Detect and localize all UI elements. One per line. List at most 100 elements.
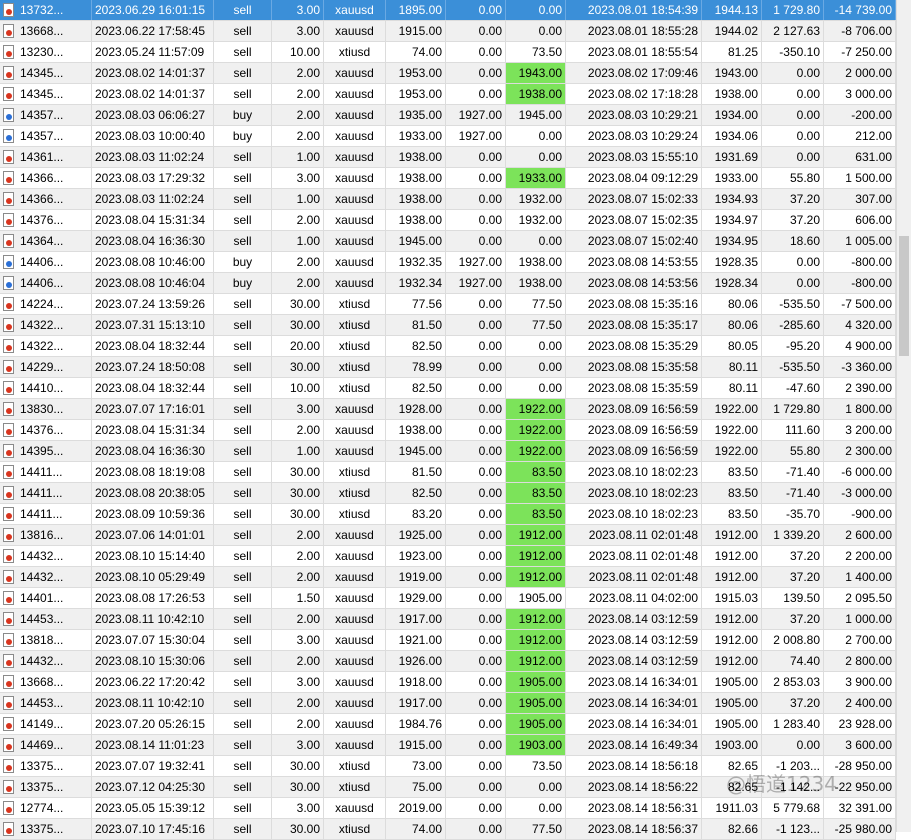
- order-cell: 14376...: [0, 420, 92, 440]
- open-time-cell: 2023.07.10 17:45:16: [92, 819, 214, 839]
- swap-cell: 55.80: [762, 168, 824, 188]
- vertical-scrollbar[interactable]: [896, 0, 911, 832]
- table-row[interactable]: 14366... 2023.08.03 17:29:32 sell 3.00 xauus…: [0, 168, 896, 189]
- table-row[interactable]: 14322... 2023.07.31 15:13:10 sell 30.00 xtiu…: [0, 315, 896, 336]
- profit-cell: -7 500.00: [824, 294, 896, 314]
- type-cell: sell: [214, 420, 272, 440]
- table-row[interactable]: 13230... 2023.05.24 11:57:09 sell 10.00 xtiu…: [0, 42, 896, 63]
- swap-cell: -535.50: [762, 294, 824, 314]
- table-row[interactable]: 14410... 2023.08.04 18:32:44 sell 10.00 xtiu…: [0, 378, 896, 399]
- table-row[interactable]: 14376... 2023.08.04 15:31:34 sell 2.00 xauus…: [0, 210, 896, 231]
- open-time-cell: 2023.05.05 15:39:12: [92, 798, 214, 818]
- table-row[interactable]: 14357... 2023.08.03 10:00:40 buy 2.00 xauusd…: [0, 126, 896, 147]
- close-price-cell: 1938.00: [702, 84, 762, 104]
- close-time-cell: 2023.08.14 16:34:01: [566, 672, 702, 692]
- order-cell: 14411...: [0, 504, 92, 524]
- table-row[interactable]: 14432... 2023.08.10 15:14:40 sell 2.00 xauus…: [0, 546, 896, 567]
- table-row[interactable]: 13816... 2023.07.06 14:01:01 sell 2.00 xauus…: [0, 525, 896, 546]
- take-profit-cell: 1905.00: [506, 714, 566, 734]
- swap-cell: -285.60: [762, 315, 824, 335]
- table-row[interactable]: 13830... 2023.07.07 17:16:01 sell 3.00 xauus…: [0, 399, 896, 420]
- stop-loss-cell: 0.00: [446, 84, 506, 104]
- table-row[interactable]: 14411... 2023.08.08 18:19:08 sell 30.00 xtiu…: [0, 462, 896, 483]
- symbol-cell: xtiusd: [324, 504, 386, 524]
- table-row[interactable]: 13668... 2023.06.22 17:20:42 sell 3.00 xauus…: [0, 672, 896, 693]
- scrollbar-thumb[interactable]: [899, 236, 909, 356]
- table-row[interactable]: 12774... 2023.05.05 15:39:12 sell 3.00 xauus…: [0, 798, 896, 819]
- close-price-cell: 1922.00: [702, 420, 762, 440]
- table-row[interactable]: 14345... 2023.08.02 14:01:37 sell 2.00 xauus…: [0, 63, 896, 84]
- table-row[interactable]: 14345... 2023.08.02 14:01:37 sell 2.00 xauus…: [0, 84, 896, 105]
- symbol-cell: xauusd: [324, 588, 386, 608]
- open-price-cell: 1933.00: [386, 126, 446, 146]
- table-row[interactable]: 13375... 2023.07.10 17:45:16 sell 30.00 xtiu…: [0, 819, 896, 840]
- order-cell: 13816...: [0, 525, 92, 545]
- open-time-cell: 2023.06.22 17:20:42: [92, 672, 214, 692]
- swap-cell: 37.20: [762, 210, 824, 230]
- type-cell: sell: [214, 798, 272, 818]
- table-row[interactable]: 14432... 2023.08.10 05:29:49 sell 2.00 xauus…: [0, 567, 896, 588]
- type-cell: sell: [214, 42, 272, 62]
- table-row[interactable]: 13668... 2023.06.22 17:58:45 sell 3.00 xauus…: [0, 21, 896, 42]
- table-row[interactable]: 13732... 2023.06.29 16:01:15 sell 3.00 xauus…: [0, 0, 896, 21]
- take-profit-cell: 1912.00: [506, 546, 566, 566]
- table-row[interactable]: 14224... 2023.07.24 13:59:26 sell 30.00 xtiu…: [0, 294, 896, 315]
- take-profit-cell: 1922.00: [506, 399, 566, 419]
- table-row[interactable]: 14401... 2023.08.08 17:26:53 sell 1.50 xauus…: [0, 588, 896, 609]
- volume-cell: 2.00: [272, 609, 324, 629]
- table-row[interactable]: 14376... 2023.08.04 15:31:34 sell 2.00 xauus…: [0, 420, 896, 441]
- open-time-cell: 2023.08.03 17:29:32: [92, 168, 214, 188]
- swap-cell: 139.50: [762, 588, 824, 608]
- open-price-cell: 1984.76: [386, 714, 446, 734]
- profit-cell: 212.00: [824, 126, 896, 146]
- close-time-cell: 2023.08.01 18:54:39: [566, 0, 702, 20]
- open-time-cell: 2023.08.03 06:06:27: [92, 105, 214, 125]
- volume-cell: 30.00: [272, 777, 324, 797]
- close-price-cell: 1934.95: [702, 231, 762, 251]
- swap-cell: -350.10: [762, 42, 824, 62]
- table-row[interactable]: 14395... 2023.08.04 16:36:30 sell 1.00 xauus…: [0, 441, 896, 462]
- open-price-cell: 1929.00: [386, 588, 446, 608]
- table-row[interactable]: 14406... 2023.08.08 10:46:04 buy 2.00 xauusd…: [0, 273, 896, 294]
- close-price-cell: 1912.00: [702, 525, 762, 545]
- open-price-cell: 82.50: [386, 336, 446, 356]
- profit-cell: 23 928.00: [824, 714, 896, 734]
- type-cell: sell: [214, 210, 272, 230]
- swap-cell: -47.60: [762, 378, 824, 398]
- table-row[interactable]: 14364... 2023.08.04 16:36:30 sell 1.00 xauus…: [0, 231, 896, 252]
- stop-loss-cell: 0.00: [446, 630, 506, 650]
- type-cell: sell: [214, 483, 272, 503]
- close-price-cell: 80.11: [702, 357, 762, 377]
- order-cell: 14453...: [0, 609, 92, 629]
- table-row[interactable]: 14411... 2023.08.09 10:59:36 sell 30.00 xtiu…: [0, 504, 896, 525]
- symbol-cell: xtiusd: [324, 819, 386, 839]
- symbol-cell: xauusd: [324, 63, 386, 83]
- table-row[interactable]: 14406... 2023.08.08 10:46:00 buy 2.00 xauusd…: [0, 252, 896, 273]
- table-row[interactable]: 14322... 2023.08.04 18:32:44 sell 20.00 xtiu…: [0, 336, 896, 357]
- stop-loss-cell: 0.00: [446, 588, 506, 608]
- close-price-cell: 1915.03: [702, 588, 762, 608]
- close-time-cell: 2023.08.08 15:35:17: [566, 315, 702, 335]
- type-cell: sell: [214, 63, 272, 83]
- table-row[interactable]: 14432... 2023.08.10 15:30:06 sell 2.00 xauus…: [0, 651, 896, 672]
- open-time-cell: 2023.08.02 14:01:37: [92, 63, 214, 83]
- stop-loss-cell: 0.00: [446, 609, 506, 629]
- stop-loss-cell: 0.00: [446, 798, 506, 818]
- table-row[interactable]: 14469... 2023.08.14 11:01:23 sell 3.00 xauus…: [0, 735, 896, 756]
- table-row[interactable]: 14361... 2023.08.03 11:02:24 sell 1.00 xauus…: [0, 147, 896, 168]
- type-cell: sell: [214, 357, 272, 377]
- table-row[interactable]: 14229... 2023.07.24 18:50:08 sell 30.00 xtiu…: [0, 357, 896, 378]
- table-row[interactable]: 14453... 2023.08.11 10:42:10 sell 2.00 xauus…: [0, 609, 896, 630]
- take-profit-cell: 0.00: [506, 777, 566, 797]
- open-price-cell: 82.50: [386, 378, 446, 398]
- table-row[interactable]: 14149... 2023.07.20 05:26:15 sell 2.00 xauus…: [0, 714, 896, 735]
- table-row[interactable]: 14357... 2023.08.03 06:06:27 buy 2.00 xauusd…: [0, 105, 896, 126]
- table-row[interactable]: 14411... 2023.08.08 20:38:05 sell 30.00 xtiu…: [0, 483, 896, 504]
- stop-loss-cell: 0.00: [446, 462, 506, 482]
- table-row[interactable]: 14453... 2023.08.11 10:42:10 sell 2.00 xauus…: [0, 693, 896, 714]
- take-profit-cell: 0.00: [506, 147, 566, 167]
- table-row[interactable]: 14366... 2023.08.03 11:02:24 sell 1.00 xauus…: [0, 189, 896, 210]
- table-row[interactable]: 13818... 2023.07.07 15:30:04 sell 3.00 xauus…: [0, 630, 896, 651]
- swap-cell: -95.20: [762, 336, 824, 356]
- close-time-cell: 2023.08.14 18:56:37: [566, 819, 702, 839]
